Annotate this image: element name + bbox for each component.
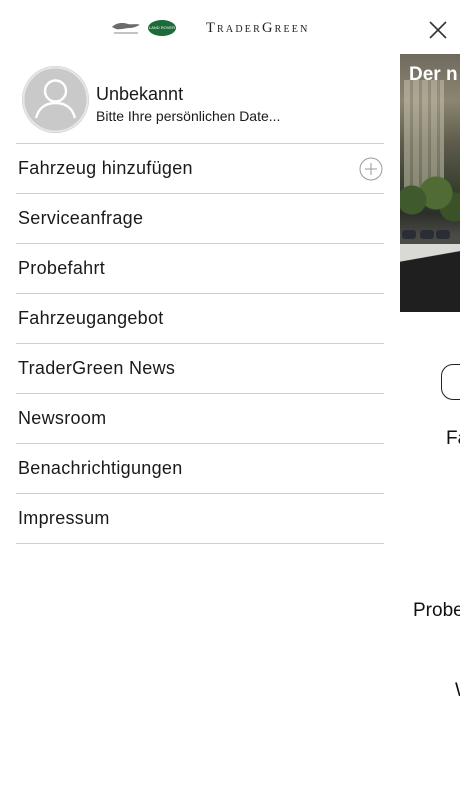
profile-subtitle: Bitte Ihre persönlichen Date... xyxy=(96,108,281,124)
navigation-drawer: LAND ROVER TraderGreen Unbekannt Bitte I… xyxy=(0,0,400,800)
menu-item-label: Fahrzeug hinzufügen xyxy=(18,158,193,178)
profile-name: Unbekannt xyxy=(96,84,184,104)
menu-item-label: Benachrichtigungen xyxy=(18,458,183,478)
avatar[interactable] xyxy=(22,66,89,133)
menu-item-service-request[interactable]: Serviceanfrage xyxy=(16,194,384,244)
jaguar-logo-icon xyxy=(112,23,140,34)
menu-item-imprint[interactable]: Impressum xyxy=(16,494,384,544)
menu-item-label: TraderGreen News xyxy=(18,358,176,378)
menu-item-label: Probefahrt xyxy=(18,258,106,278)
menu-item-notifications[interactable]: Benachrichtigungen xyxy=(16,444,384,494)
hero-image[interactable] xyxy=(400,54,460,312)
underlay-label: Fa xyxy=(446,428,460,449)
user-icon xyxy=(22,66,89,133)
underlay-label: W xyxy=(455,680,460,702)
profile-header[interactable]: Unbekannt Bitte Ihre persönlichen Date..… xyxy=(0,58,400,142)
hero-road xyxy=(400,244,460,312)
hero-car xyxy=(402,230,416,239)
hero-car xyxy=(420,230,434,239)
menu-item-label: Newsroom xyxy=(18,408,107,428)
close-button[interactable] xyxy=(424,16,452,44)
brand-name: TraderGreen xyxy=(206,20,310,36)
menu-item-newsroom[interactable]: Newsroom xyxy=(16,394,384,444)
hero-car xyxy=(436,230,450,239)
menu-list: Fahrzeug hinzufügen Serviceanfrage Probe… xyxy=(16,143,384,544)
plus-circle-icon[interactable] xyxy=(359,157,383,181)
underlay-chip[interactable] xyxy=(441,364,460,400)
menu-item-tradergreen-news[interactable]: TraderGreen News xyxy=(16,344,384,394)
hero-headline: Der n xyxy=(409,64,458,85)
menu-item-vehicle-offer[interactable]: Fahrzeugangebot xyxy=(16,294,384,344)
underlay-label: Probe xyxy=(413,600,460,621)
menu-item-add-vehicle[interactable]: Fahrzeug hinzufügen xyxy=(16,144,384,194)
menu-item-label: Serviceanfrage xyxy=(18,208,144,228)
brand-bar: LAND ROVER TraderGreen xyxy=(0,0,400,56)
close-icon xyxy=(429,21,447,39)
land-rover-logo: LAND ROVER xyxy=(148,20,176,36)
menu-item-test-drive[interactable]: Probefahrt xyxy=(16,244,384,294)
menu-item-label: Fahrzeugangebot xyxy=(18,308,164,328)
menu-item-label: Impressum xyxy=(18,508,110,528)
